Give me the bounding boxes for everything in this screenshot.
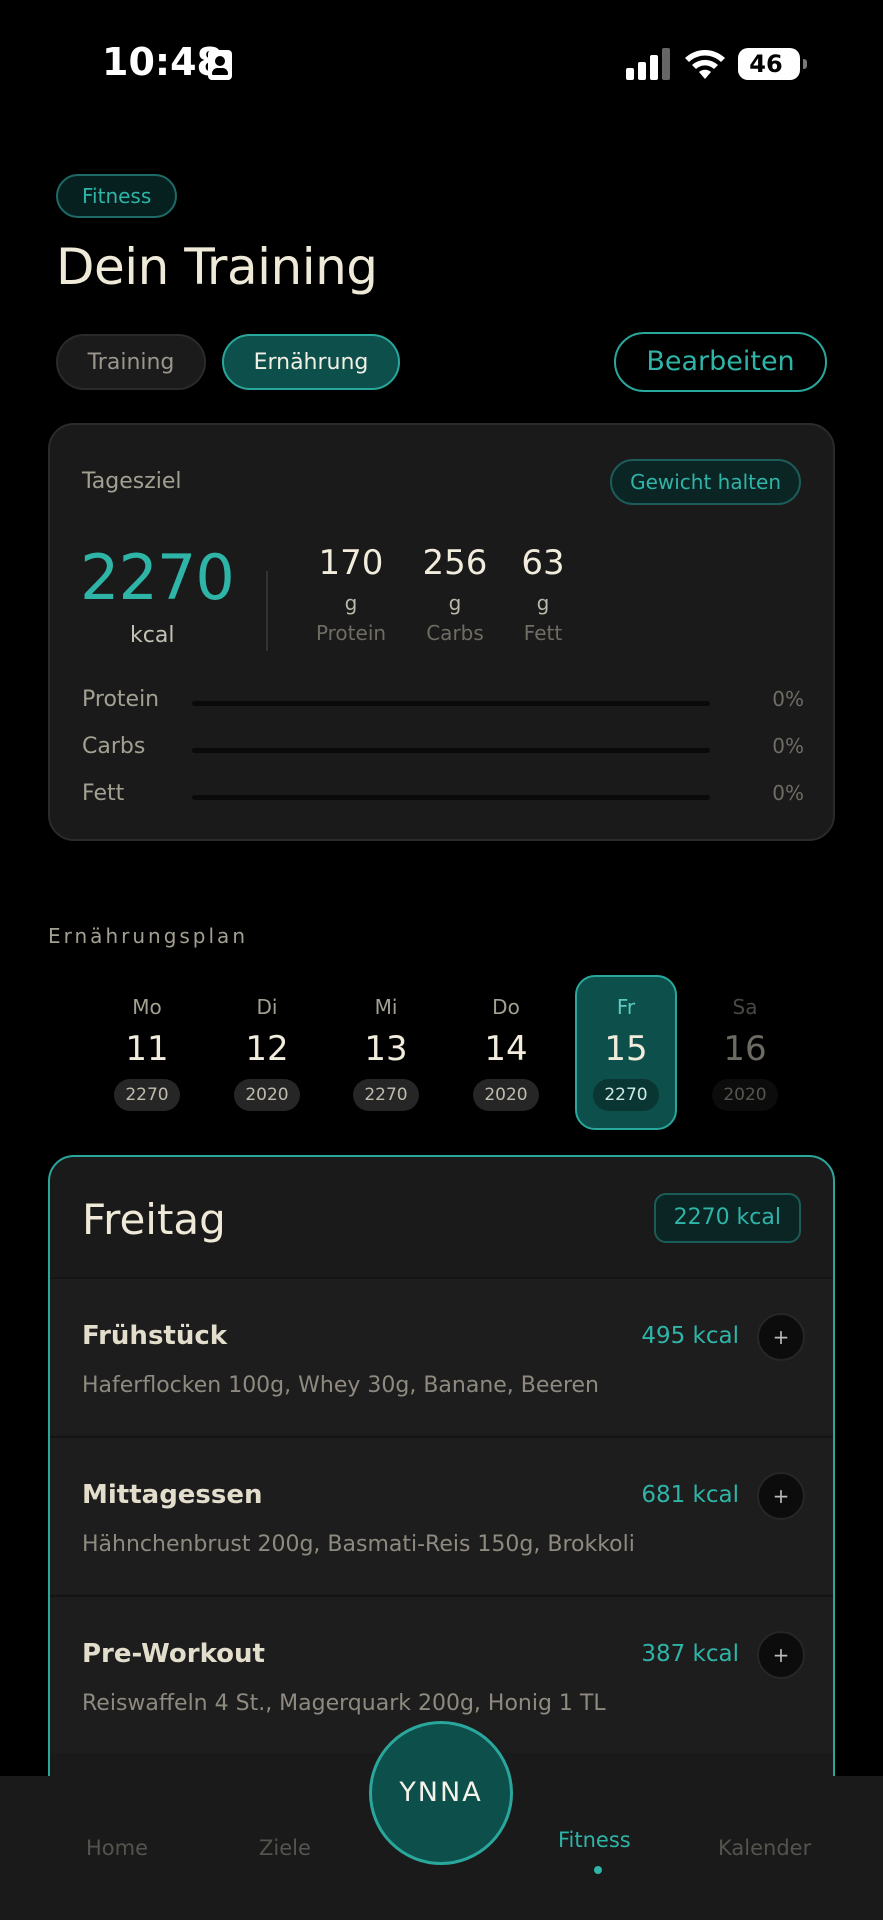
day-number: 13 <box>364 1029 408 1069</box>
status-time: 10:48 <box>102 40 223 84</box>
meal-name: Mittagessen <box>82 1480 263 1510</box>
progress-track <box>192 701 710 706</box>
day-name: Di <box>256 995 278 1019</box>
day-kcal-badge: 2270 kcal <box>653 1193 801 1243</box>
meal-item[interactable]: Frühstück 495 kcal + Haferflocken 100g, … <box>50 1277 833 1435</box>
nav-ziele[interactable]: Ziele <box>259 1836 311 1860</box>
progress-label: Protein <box>82 687 160 712</box>
plan-section-label: Ernährungsplan <box>48 924 248 948</box>
daily-goal-card: Tagesziel Gewicht halten 2270 kcal 170 g… <box>48 423 835 841</box>
divider <box>266 571 268 651</box>
day-title: Freitag <box>82 1195 226 1244</box>
add-icon[interactable]: + <box>757 1631 805 1679</box>
day-kcal: 2020 <box>234 1079 300 1111</box>
meal-kcal: 681 kcal <box>641 1482 739 1508</box>
progress-track <box>192 795 710 800</box>
macro-value: 256 <box>422 543 488 583</box>
add-icon[interactable]: + <box>757 1313 805 1361</box>
day-name: Do <box>492 995 520 1019</box>
macro-value: 63 <box>521 543 565 583</box>
kcal-target: 2270 <box>80 541 235 614</box>
progress-label: Fett <box>82 781 125 806</box>
meal-description: Haferflocken 100g, Whey 30g, Banane, Bee… <box>82 1373 599 1398</box>
day-tuesday[interactable]: Di 12 2020 <box>216 975 318 1130</box>
meal-item[interactable]: Mittagessen 681 kcal + Hähnchenbrust 200… <box>50 1436 833 1594</box>
wifi-icon <box>685 50 725 79</box>
goal-mode-badge[interactable]: Gewicht halten <box>610 459 801 505</box>
progress-percent: 0% <box>772 781 804 805</box>
status-bar: 10:48 46 <box>0 0 883 130</box>
macro-unit: g <box>536 591 550 615</box>
macro-carbs: 256 g Carbs <box>410 543 500 645</box>
macro-name: Fett <box>523 621 563 645</box>
day-name: Fr <box>616 995 636 1019</box>
day-saturday[interactable]: Sa 16 2020 <box>694 975 796 1130</box>
day-number: 12 <box>245 1029 289 1069</box>
goal-label: Tagesziel <box>82 469 182 494</box>
day-kcal: 2270 <box>593 1079 659 1111</box>
meal-kcal: 387 kcal <box>641 1641 739 1667</box>
tab-ernaehrung[interactable]: Ernährung <box>222 334 400 390</box>
macro-fett: 63 g Fett <box>498 543 588 645</box>
day-wednesday[interactable]: Mi 13 2270 <box>335 975 437 1130</box>
add-icon[interactable]: + <box>757 1472 805 1520</box>
progress-percent: 0% <box>772 687 804 711</box>
macro-unit: g <box>344 591 358 615</box>
progress-fett: Fett 0% <box>82 781 804 811</box>
day-thursday[interactable]: Do 14 2020 <box>455 975 557 1130</box>
macro-name: Carbs <box>426 621 484 645</box>
day-number: 16 <box>723 1029 767 1069</box>
meal-name: Pre-Workout <box>82 1639 265 1669</box>
cellular-signal-icon <box>626 48 672 80</box>
day-kcal: 2270 <box>353 1079 419 1111</box>
tab-training[interactable]: Training <box>56 334 206 390</box>
day-name: Mi <box>374 995 398 1019</box>
macro-unit: g <box>448 591 462 615</box>
category-badge: Fitness <box>56 174 178 218</box>
day-monday[interactable]: Mo 11 2270 <box>96 975 198 1130</box>
progress-track <box>192 748 710 753</box>
battery-icon: 46 <box>738 48 807 80</box>
progress-protein: Protein 0% <box>82 687 804 717</box>
macro-protein: 170 g Protein <box>306 543 396 645</box>
day-kcal: 2020 <box>473 1079 539 1111</box>
day-name: Sa <box>732 995 758 1019</box>
nav-active-indicator <box>594 1866 602 1874</box>
progress-percent: 0% <box>772 734 804 758</box>
meal-description: Reiswaffeln 4 St., Magerquark 200g, Honi… <box>82 1691 606 1716</box>
macro-value: 170 <box>318 543 384 583</box>
progress-label: Carbs <box>82 734 146 759</box>
macro-name: Protein <box>315 621 387 645</box>
day-name: Mo <box>132 995 162 1019</box>
nav-fitness[interactable]: Fitness <box>558 1828 631 1852</box>
battery-level: 46 <box>749 50 783 78</box>
nav-kalender[interactable]: Kalender <box>718 1836 811 1860</box>
meal-kcal: 495 kcal <box>641 1323 739 1349</box>
meal-description: Hähnchenbrust 200g, Basmati-Reis 150g, B… <box>82 1532 635 1557</box>
kcal-unit: kcal <box>130 623 175 648</box>
day-number: 15 <box>604 1029 648 1069</box>
contact-card-icon <box>208 50 232 80</box>
meal-name: Frühstück <box>82 1321 228 1351</box>
progress-carbs: Carbs 0% <box>82 734 804 764</box>
day-kcal: 2020 <box>712 1079 778 1111</box>
day-kcal: 2270 <box>114 1079 180 1111</box>
page-title: Dein Training <box>56 238 378 296</box>
day-friday[interactable]: Fr 15 2270 <box>575 975 677 1130</box>
day-number: 11 <box>125 1029 169 1069</box>
nav-home[interactable]: Home <box>86 1836 148 1860</box>
center-logo-button[interactable]: YNNA <box>369 1721 513 1865</box>
edit-button[interactable]: Bearbeiten <box>614 332 827 392</box>
day-number: 14 <box>484 1029 528 1069</box>
